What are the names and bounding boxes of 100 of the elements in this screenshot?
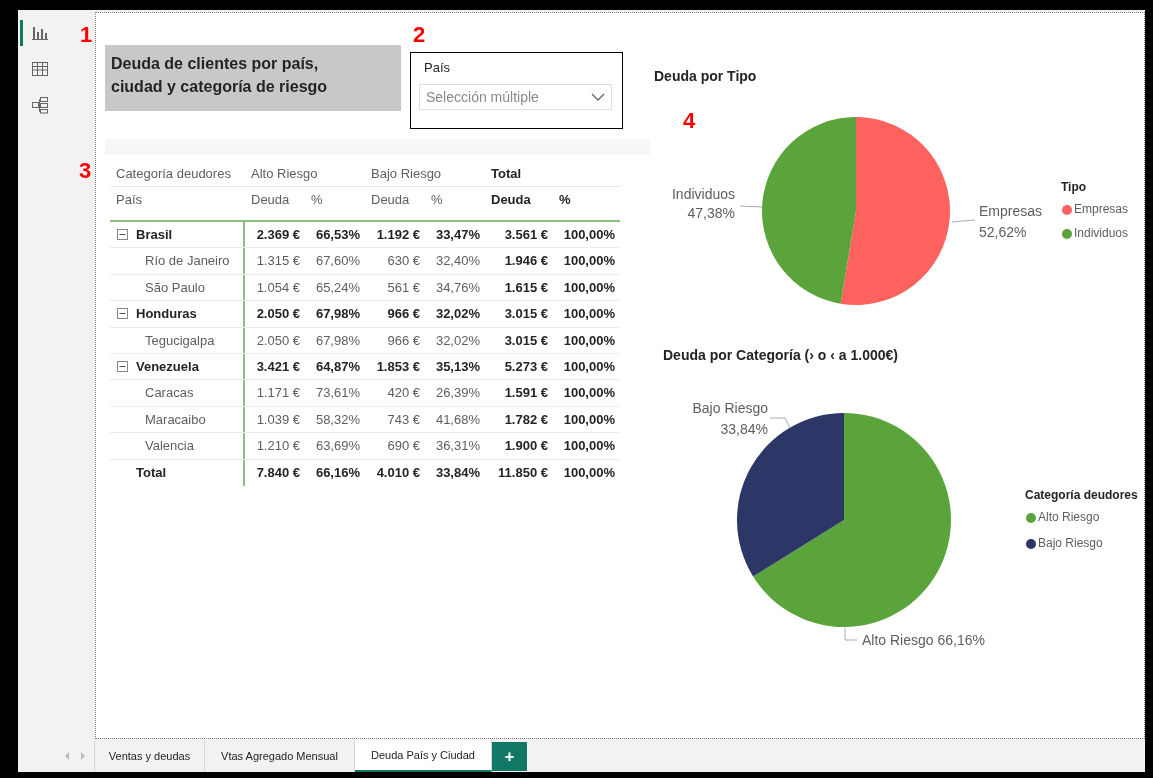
- column-header: Alto Riesgo: [250, 165, 319, 184]
- column-header: %: [310, 190, 324, 209]
- table-cell-text: 1.039 €: [255, 410, 301, 429]
- country-label: Brasil: [136, 225, 173, 244]
- data-label: Individuos: [671, 185, 735, 202]
- table-cell-text: 66,53%: [314, 225, 361, 244]
- table-cell-text: 73,61%: [314, 384, 361, 403]
- table-cell-text: 1.946 €: [503, 252, 549, 271]
- table-cell-text: 100,00%: [562, 225, 616, 244]
- table-cell-text: 100,00%: [562, 437, 616, 456]
- collapse-icon[interactable]: [117, 361, 128, 373]
- table-cell-text: 966 €: [386, 305, 421, 324]
- legend-label: Bajo Riesgo: [1038, 536, 1103, 551]
- city-label: São Paulo: [145, 278, 205, 297]
- table-cell-text: 1.900 €: [503, 437, 549, 456]
- country-label: Venezuela: [136, 357, 199, 376]
- data-label: 47,38%: [687, 204, 735, 221]
- annotation-number: 4: [683, 110, 696, 132]
- collapse-icon[interactable]: [117, 308, 128, 320]
- column-header: Deuda: [490, 190, 532, 209]
- table-cell-text: 11.850 €: [497, 463, 549, 482]
- table-cell-text: 5.273 €: [503, 357, 549, 376]
- table-cell-text: 67,98%: [314, 331, 361, 350]
- legend-title: Categoría deudores: [1025, 488, 1138, 503]
- table-cell-text: 1.591 €: [503, 384, 549, 403]
- table-cell-text: 1.615 €: [503, 278, 549, 297]
- annotation-number: 1: [80, 24, 93, 46]
- table-cell-text: 1.782 €: [503, 410, 549, 429]
- table-cell-text: 1.853 €: [375, 357, 421, 376]
- table-cell-text: 65,24%: [314, 278, 361, 297]
- dropdown[interactable]: Selección múltiple: [419, 84, 612, 110]
- add-page-button[interactable]: +: [492, 742, 527, 771]
- table-cell-text: 67,98%: [314, 305, 361, 324]
- table-cell-text: 34,76%: [434, 278, 481, 297]
- annotation-number: 3: [79, 160, 92, 182]
- table-cell-text: 966 €: [386, 331, 421, 350]
- data-label: 52,62%: [979, 223, 1027, 240]
- table-cell-text: 7.840 €: [255, 463, 301, 482]
- column-header: %: [430, 190, 444, 209]
- table-cell-text: 420 €: [386, 384, 421, 403]
- table-cell-text: 2.369 €: [255, 225, 301, 244]
- table-cell-text: 1.192 €: [375, 225, 421, 244]
- city-label: Tegucigalpa: [145, 331, 215, 350]
- table-cell-text: 100,00%: [562, 384, 616, 403]
- column-header: Deuda: [250, 190, 291, 209]
- table-cell-text: 33,84%: [434, 463, 481, 482]
- chart-title: Deuda por Categoría (› o ‹ a 1.000€): [663, 346, 898, 365]
- page-tab[interactable]: Deuda País y Ciudad: [355, 740, 492, 772]
- table-cell-text: 100,00%: [562, 463, 616, 482]
- table-cell-text: 743 €: [386, 410, 421, 429]
- legend-label: Empresas: [1074, 202, 1129, 217]
- data-label: Bajo Riesgo: [692, 399, 768, 416]
- table-cell-text: 35,13%: [434, 357, 481, 376]
- table-cell-text: 64,87%: [314, 357, 361, 376]
- table-cell-text: 41,68%: [434, 410, 481, 429]
- city-label: Valencia: [145, 437, 194, 456]
- table-cell-text: 2.050 €: [255, 305, 301, 324]
- table-cell-text: 100,00%: [562, 357, 616, 376]
- table-cell-text: 1.315 €: [255, 252, 301, 271]
- table-cell-text: 100,00%: [562, 331, 616, 350]
- table-cell-text: 630 €: [386, 252, 421, 271]
- table-cell-text: 66,16%: [314, 463, 361, 482]
- leader-line: [844, 627, 858, 641]
- table-cell-text: 3.015 €: [503, 331, 549, 350]
- table-cell-text: 36,31%: [434, 437, 481, 456]
- chart-title: Deuda por Tipo: [654, 67, 757, 86]
- data-label: Empresas: [979, 202, 1043, 219]
- table-cell-text: 1.054 €: [255, 278, 301, 297]
- legend-title: Tipo: [1061, 180, 1087, 195]
- city-label: Río de Janeiro: [145, 252, 230, 271]
- collapse-icon[interactable]: [117, 229, 128, 241]
- table-cell-text: 1.171 €: [255, 384, 301, 403]
- column-header: %: [558, 190, 572, 209]
- column-header: País: [115, 190, 143, 209]
- report-title: Deuda de clientes por país, ciudad y categoría de riesgo: [105, 45, 401, 111]
- column-header: Total: [490, 165, 523, 184]
- leader-line: [951, 219, 976, 223]
- slicer-label: País: [424, 59, 450, 77]
- table-cell-text: 26,39%: [434, 384, 481, 403]
- leader-line: [739, 205, 763, 208]
- chevron-down-icon: [591, 93, 605, 101]
- table-cell-text: 100,00%: [562, 305, 616, 324]
- legend-label: Individuos: [1074, 226, 1129, 241]
- total-label: Total: [136, 463, 167, 482]
- leader-line: [769, 417, 791, 429]
- city-label: Caracas: [145, 384, 194, 403]
- city-label: Maracaibo: [145, 410, 206, 429]
- table-cell-text: 67,60%: [314, 252, 361, 271]
- table-cell-text: 690 €: [386, 437, 421, 456]
- table-cell-text: 32,40%: [434, 252, 481, 271]
- table-cell-text: 1.210 €: [255, 437, 301, 456]
- table-cell-text: 2.050 €: [255, 331, 301, 350]
- table-cell-text: 561 €: [386, 278, 421, 297]
- data-label: 33,84%: [720, 420, 768, 437]
- table-cell-text: 3.561 €: [503, 225, 549, 244]
- table-cell-text: 58,32%: [314, 410, 361, 429]
- table-cell-text: 32,02%: [434, 331, 481, 350]
- country-label: Honduras: [136, 305, 197, 324]
- table-cell-text: 33,47%: [434, 225, 481, 244]
- table-cell-text: 100,00%: [562, 278, 616, 297]
